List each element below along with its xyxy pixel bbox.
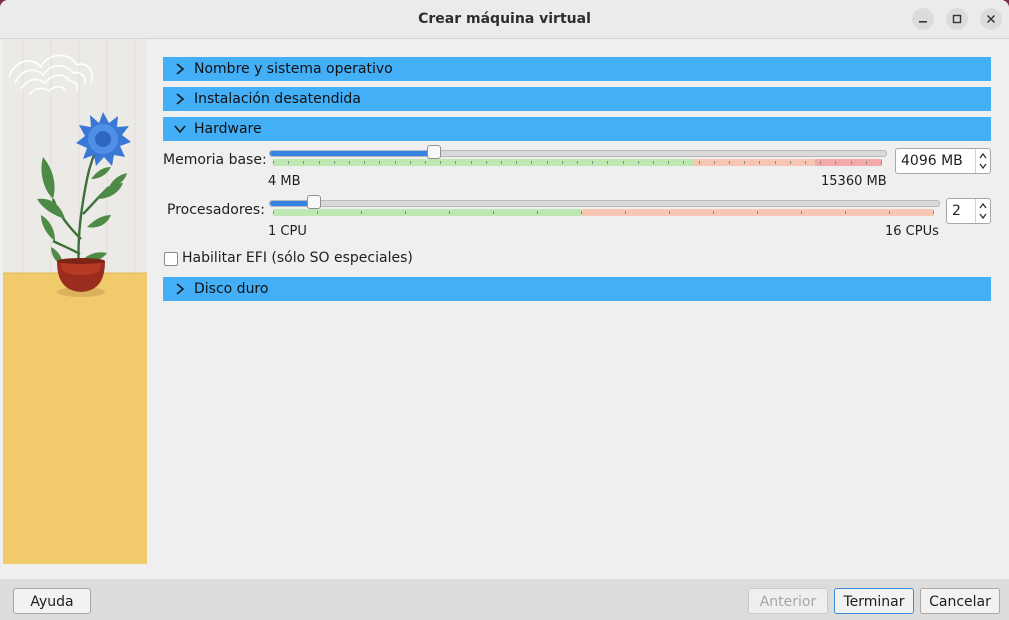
flower-pot-illustration (3, 39, 147, 564)
title-bar: Crear máquina virtual (0, 0, 1009, 39)
memory-slider-fill (270, 151, 435, 156)
close-button[interactable] (980, 8, 1002, 30)
memory-spin-arrows[interactable] (975, 149, 990, 173)
chevron-right-icon (176, 63, 185, 75)
section-hardware[interactable]: Hardware (163, 117, 991, 141)
memory-slider-handle[interactable] (427, 145, 441, 159)
memory-min-label: 4 MB (268, 174, 301, 189)
memory-slider-track[interactable] (269, 150, 887, 157)
section-unattended-label: Instalación desatendida (194, 91, 361, 107)
section-name-os[interactable]: Nombre y sistema operativo (163, 57, 991, 81)
section-unattended[interactable]: Instalación desatendida (163, 87, 991, 111)
wizard-illustration (3, 39, 147, 564)
cpu-slider-handle[interactable] (306, 195, 321, 209)
memory-label: Memoria base: (163, 152, 267, 168)
back-button[interactable]: Anterior (748, 588, 828, 614)
chevron-down-icon (174, 125, 186, 134)
minimize-button[interactable] (912, 8, 934, 30)
maximize-icon (952, 14, 962, 24)
chevron-right-icon (176, 283, 185, 295)
chevron-right-icon (176, 93, 185, 105)
cpu-slider-track[interactable] (269, 200, 940, 207)
finish-button[interactable]: Terminar (834, 588, 914, 614)
cpu-spin-arrows[interactable] (975, 199, 990, 223)
close-icon (986, 14, 996, 24)
help-button[interactable]: Ayuda (13, 588, 91, 614)
window-title: Crear máquina virtual (418, 11, 591, 27)
cpu-min-label: 1 CPU (268, 224, 307, 239)
cpu-max-label: 16 CPUs (885, 224, 939, 239)
memory-value: 4096 MB (901, 153, 963, 169)
button-bar: Ayuda Anterior Terminar Cancelar (0, 579, 1009, 620)
section-disk-label: Disco duro (194, 281, 269, 297)
memory-ticks (273, 161, 882, 164)
cpu-ticks (273, 211, 934, 214)
cancel-button[interactable]: Cancelar (920, 588, 1000, 614)
efi-checkbox[interactable] (164, 252, 178, 266)
maximize-button[interactable] (946, 8, 968, 30)
memory-spinbox[interactable]: 4096 MB (895, 148, 991, 174)
memory-zones (273, 159, 882, 166)
cpu-zones (273, 209, 934, 216)
section-name-os-label: Nombre y sistema operativo (194, 61, 393, 77)
spin-arrows-icon (979, 152, 987, 170)
section-hardware-label: Hardware (194, 121, 262, 137)
wizard-content: Nombre y sistema operativo Instalación d… (147, 39, 1009, 579)
efi-label: Habilitar EFI (sólo SO especiales) (182, 250, 413, 266)
minimize-icon (919, 21, 927, 23)
cpu-spinbox[interactable]: 2 (946, 198, 991, 224)
section-disk[interactable]: Disco duro (163, 277, 991, 301)
dialog-window: Crear máquina virtual Nombre y sistema o… (0, 0, 1009, 620)
spin-arrows-icon (979, 202, 987, 220)
memory-max-label: 15360 MB (821, 174, 887, 189)
cpu-value: 2 (952, 203, 961, 219)
cpu-label: Procesadores: (167, 202, 265, 218)
